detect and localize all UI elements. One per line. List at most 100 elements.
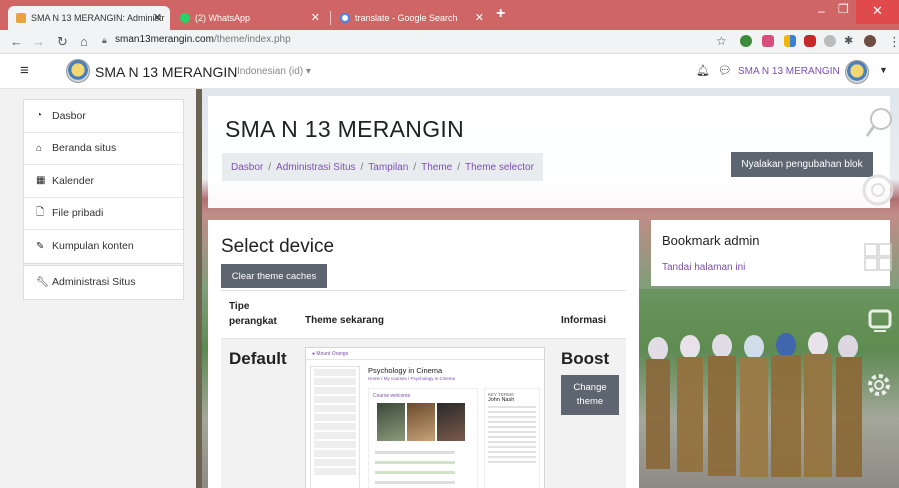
breadcrumb-dasbor[interactable]: Dasbor bbox=[231, 162, 263, 173]
reload-icon[interactable]: ↻ bbox=[57, 34, 68, 50]
breadcrumb-theme[interactable]: Theme bbox=[421, 162, 452, 173]
sidebar-item-kalender[interactable]: ▦ Kalender bbox=[24, 165, 183, 198]
thumbnail-film-image bbox=[437, 403, 465, 441]
user-avatar[interactable] bbox=[845, 60, 869, 84]
sidebar-item-beranda-situs[interactable]: ⌂ Beranda situs bbox=[24, 133, 183, 165]
sidebar-item-administrasi-situs[interactable]: 🔧︎ Administrasi Situs bbox=[24, 266, 183, 299]
extension-grid-icon[interactable] bbox=[784, 35, 796, 47]
site-name[interactable]: SMA N 13 MERANGIN bbox=[95, 64, 237, 80]
home-icon[interactable]: ⌂ bbox=[80, 34, 88, 49]
select-device-heading: Select device bbox=[221, 236, 335, 257]
forward-arrow-icon[interactable]: → bbox=[32, 34, 45, 49]
chrome-ring-icon[interactable] bbox=[860, 172, 896, 208]
thumbnail-text-line bbox=[375, 471, 455, 474]
browser-tab-bar: SMA N 13 MERANGIN: Administr ✕ (2) Whats… bbox=[0, 0, 899, 30]
puzzle-extension-icon[interactable]: ✱ bbox=[844, 34, 853, 47]
nav-group-admin: 🔧︎ Administrasi Situs bbox=[23, 265, 184, 300]
thumbnail-section-title: Course welcome bbox=[373, 393, 411, 399]
back-arrow-icon[interactable]: ← bbox=[10, 34, 23, 49]
minimize-icon[interactable]: – bbox=[818, 4, 825, 18]
sidebar-item-label: Dasbor bbox=[52, 109, 86, 122]
thumbnail-breadcrumb: Home / My courses / Psychology in Cinema bbox=[368, 376, 456, 381]
breadcrumb-theme-selector[interactable]: Theme selector bbox=[465, 162, 534, 173]
breadcrumb-separator: / bbox=[457, 161, 460, 173]
messages-icon[interactable]: 💬︎ bbox=[718, 64, 732, 77]
tab-label: SMA N 13 MERANGIN: Administr bbox=[31, 13, 165, 23]
sidebar-item-label: Beranda situs bbox=[52, 142, 117, 155]
lock-icon: 🔒︎ bbox=[102, 35, 107, 45]
wrench-icon: 🔧︎ bbox=[36, 276, 49, 288]
google-favicon-icon bbox=[340, 13, 350, 23]
home-icon: ⌂ bbox=[36, 142, 43, 154]
notification-bell-icon[interactable]: 🔔︎ bbox=[696, 64, 710, 77]
breadcrumb-tampilan[interactable]: Tampilan bbox=[368, 162, 408, 173]
maximize-icon[interactable]: ❐ bbox=[838, 2, 849, 16]
url-field[interactable]: sman13merangin.com/theme/index.php bbox=[115, 34, 291, 45]
extension-circle-icon[interactable] bbox=[824, 35, 836, 47]
current-theme-boost: Boost bbox=[561, 349, 610, 368]
tachometer-icon: ◔ bbox=[36, 110, 43, 122]
profile-avatar-icon[interactable] bbox=[864, 35, 876, 47]
breadcrumb-separator: / bbox=[360, 161, 364, 173]
language-selector[interactable]: Indonesian (id) ▾ bbox=[237, 66, 311, 77]
new-tab-icon[interactable]: + bbox=[496, 5, 505, 23]
breadcrumb-administrasi-situs[interactable]: Administrasi Situs bbox=[276, 162, 355, 173]
thumbnail-text-line bbox=[375, 481, 455, 484]
thumbnail-text-line bbox=[375, 461, 455, 464]
breadcrumb-separator: / bbox=[413, 161, 417, 173]
search-magnifier-icon[interactable] bbox=[864, 106, 894, 140]
thumbnail-course-title: Psychology in Cinema bbox=[368, 366, 443, 375]
close-tab-icon[interactable]: ✕ bbox=[311, 11, 320, 24]
table-row: Default ● Mount Orange Psychology in Cin… bbox=[221, 338, 626, 488]
clear-theme-caches-button[interactable]: Clear theme caches bbox=[221, 264, 327, 288]
nav-group-main: ◔ Dasbor ⌂ Beranda situs ▦ Kalender 🗋︎ F… bbox=[23, 99, 184, 264]
navigation-drawer: ◔ Dasbor ⌂ Beranda situs ▦ Kalender 🗋︎ F… bbox=[0, 89, 196, 488]
sidebar-item-label: Kalender bbox=[52, 174, 95, 187]
turn-editing-on-button[interactable]: Nyalakan pengubahan blok bbox=[731, 152, 873, 177]
hamburger-menu-icon[interactable]: ≡ bbox=[20, 62, 29, 79]
thumbnail-teacher-name: John Nash bbox=[488, 397, 515, 403]
bookmark-admin-block: Bookmark admin Tandai halaman ini bbox=[651, 220, 890, 286]
sidebar-item-dasbor[interactable]: ◔ Dasbor bbox=[24, 100, 183, 133]
tab-whatsapp[interactable]: (2) WhatsApp ✕ bbox=[172, 6, 328, 30]
star-bookmark-icon[interactable]: ☆ bbox=[716, 34, 727, 48]
tab-label: translate - Google Search bbox=[355, 13, 458, 23]
extension-abp-icon[interactable] bbox=[804, 35, 816, 47]
windows-logo-icon[interactable] bbox=[863, 242, 893, 272]
column-header-info: Informasi bbox=[561, 315, 607, 326]
tab-moodle-admin[interactable]: SMA N 13 MERANGIN: Administr ✕ bbox=[8, 6, 170, 30]
url-path: /theme/index.php bbox=[213, 34, 291, 45]
breadcrumb-separator: / bbox=[268, 161, 272, 173]
browser-menu-icon[interactable]: ⋮ bbox=[888, 34, 899, 50]
user-menu-caret-icon[interactable]: ▼ bbox=[879, 65, 888, 75]
thumbnail-film-image bbox=[407, 403, 435, 441]
thumbnail-sidebar bbox=[310, 366, 360, 488]
column-header-device-type: Tipe perangkat bbox=[229, 301, 277, 327]
close-tab-icon[interactable]: ✕ bbox=[153, 11, 162, 24]
close-tab-icon[interactable]: ✕ bbox=[475, 11, 484, 24]
screen-tablet-icon[interactable] bbox=[866, 306, 894, 334]
moodle-navbar: ≡ SMA N 13 MERANGIN Indonesian (id) ▾ 🔔︎… bbox=[0, 55, 899, 89]
select-device-card: Select device Clear theme caches Tipe pe… bbox=[208, 220, 639, 488]
school-logo[interactable] bbox=[66, 59, 90, 83]
user-menu-name[interactable]: SMA N 13 MERANGIN bbox=[738, 66, 840, 77]
tab-google-translate[interactable]: translate - Google Search ✕ bbox=[332, 6, 492, 30]
window-close-icon[interactable]: ✕ bbox=[856, 0, 899, 24]
tab-separator bbox=[330, 11, 331, 25]
change-theme-button[interactable]: Change theme bbox=[561, 375, 619, 415]
bookmark-this-page-link[interactable]: Tandai halaman ini bbox=[662, 262, 745, 273]
address-bar: ← → ↻ ⌂ 🔒︎ sman13merangin.com/theme/inde… bbox=[0, 30, 899, 54]
whatsapp-favicon-icon bbox=[180, 13, 190, 23]
sidebar-item-label: Administrasi Situs bbox=[52, 276, 136, 289]
thumbnail-navbar: ● Mount Orange bbox=[306, 348, 544, 360]
extension-box-icon[interactable] bbox=[762, 35, 774, 47]
tab-label: (2) WhatsApp bbox=[195, 13, 251, 23]
sidebar-item-kumpulan-konten[interactable]: ✎ Kumpulan konten bbox=[24, 230, 183, 263]
calendar-icon: ▦ bbox=[36, 175, 46, 187]
settings-gear-icon[interactable] bbox=[864, 370, 894, 400]
sidebar-item-label: File pribadi bbox=[52, 207, 104, 220]
device-type-default: Default bbox=[229, 349, 287, 368]
extension-leaf-icon[interactable] bbox=[740, 35, 752, 47]
sidebar-item-file-pribadi[interactable]: 🗋︎ File pribadi bbox=[24, 198, 183, 230]
thumbnail-film-image bbox=[377, 403, 405, 441]
